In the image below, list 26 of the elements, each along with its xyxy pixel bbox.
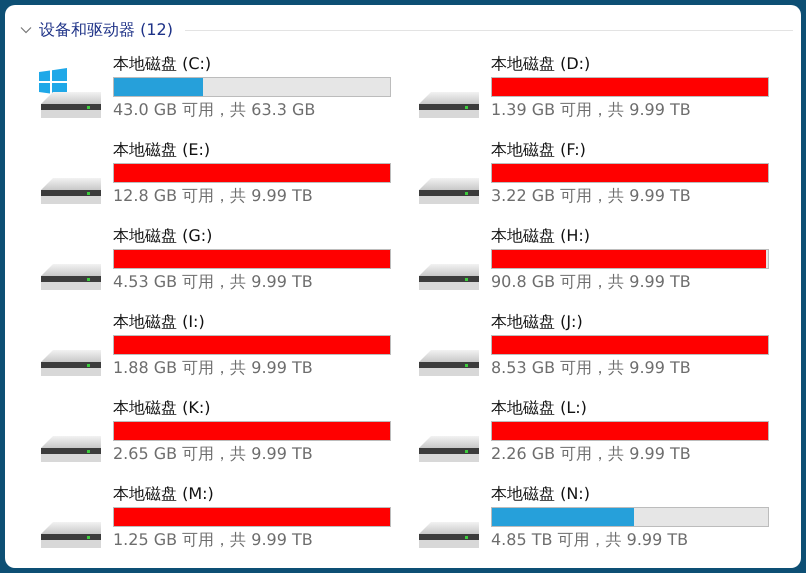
drive-name: 本地磁盘 (L:) (491, 398, 588, 418)
drive-name: 本地磁盘 (I:) (113, 312, 206, 332)
space-reading: 43.0 GB 可用，共 63.3 GB (113, 99, 316, 121)
space-reading: 2.65 GB 可用，共 9.99 TB (113, 443, 314, 465)
section-title[interactable]: 设备和驱动器 (12) (39, 20, 173, 40)
drive-name: 本地磁盘 (G:) (113, 226, 214, 246)
space-reading: 8.53 GB 可用，共 9.99 TB (491, 357, 692, 379)
space-reading: 1.39 GB 可用，共 9.99 TB (491, 99, 692, 121)
drive-name: 本地磁盘 (N:) (491, 484, 591, 504)
drive-name: 本地磁盘 (E:) (113, 140, 212, 160)
drive-name: 本地磁盘 (H:) (491, 226, 591, 246)
space-reading: 1.88 GB 可用，共 9.99 TB (113, 357, 314, 379)
drive-name: 本地磁盘 (C:) (113, 54, 212, 74)
space-reading: 4.53 GB 可用，共 9.99 TB (113, 271, 314, 293)
space-reading: 12.8 GB 可用，共 9.99 TB (113, 185, 314, 207)
drive-name: 本地磁盘 (K:) (113, 398, 212, 418)
space-reading: 2.26 GB 可用，共 9.99 TB (491, 443, 692, 465)
windows-logo-icon (39, 68, 67, 96)
space-reading: 4.85 TB 可用，共 9.99 TB (491, 529, 690, 551)
space-reading: 3.22 GB 可用，共 9.99 TB (491, 185, 692, 207)
drive-name: 本地磁盘 (J:) (491, 312, 584, 332)
drive-name: 本地磁盘 (M:) (113, 484, 215, 504)
space-reading: 90.8 GB 可用，共 9.99 TB (491, 271, 692, 293)
drive-name: 本地磁盘 (D:) (491, 54, 592, 74)
drive-name: 本地磁盘 (F:) (491, 140, 587, 160)
space-reading: 1.25 GB 可用，共 9.99 TB (113, 529, 314, 551)
